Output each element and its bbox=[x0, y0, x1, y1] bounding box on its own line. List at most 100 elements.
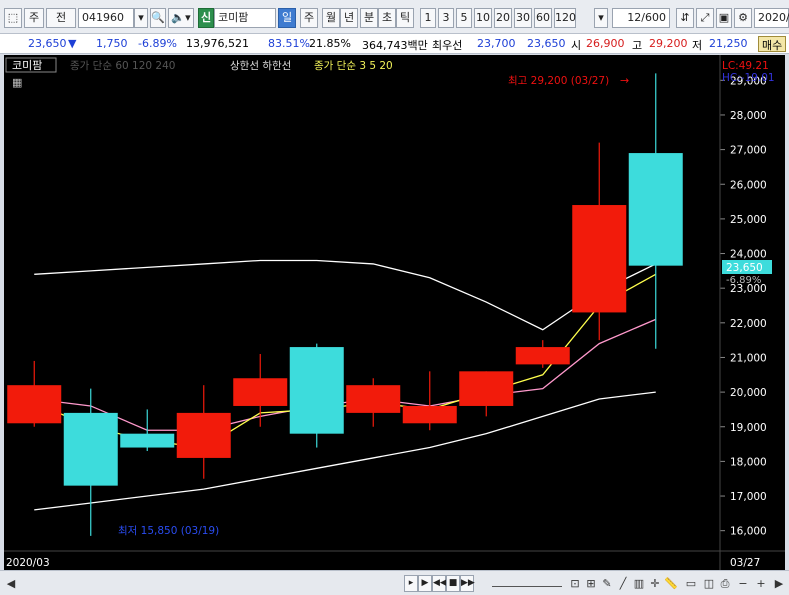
stop-icon[interactable]: ■ bbox=[446, 575, 460, 592]
scroll-right-icon[interactable]: ▶ bbox=[772, 575, 786, 592]
interval-button-10[interactable]: 10 bbox=[474, 8, 492, 28]
low-note: 최저 15,850 (03/19) bbox=[118, 525, 219, 537]
interval-button-120[interactable]: 120 bbox=[554, 8, 576, 28]
candle-body bbox=[176, 412, 231, 458]
bottom-bar: ◀ ▸ ▶ ◀◀ ■ ▶▶ ⊡ ⊞ ✎ ╱ ▥ ✛ 📏 ▭ ◫ ⎙ − + ▶ bbox=[0, 570, 789, 595]
x-start-label: 2020/03 bbox=[6, 557, 50, 569]
scroll-left-icon[interactable]: ◀ bbox=[4, 575, 18, 592]
crosshair-icon[interactable]: ✛ bbox=[648, 575, 662, 592]
candle-body bbox=[120, 433, 175, 448]
compare-icon[interactable]: ⤢ bbox=[696, 8, 714, 28]
forward-icon[interactable]: ▶▶ bbox=[460, 575, 475, 592]
code-dropdown-icon[interactable]: ▾ bbox=[134, 8, 148, 28]
y-tick-label: 26,000 bbox=[730, 179, 767, 191]
open-price: 26,900 bbox=[586, 37, 625, 50]
candle-body bbox=[628, 153, 683, 266]
candle-body bbox=[233, 378, 288, 406]
interval-button-1[interactable]: 1 bbox=[420, 8, 436, 28]
y-tick-label: 18,000 bbox=[730, 456, 767, 468]
interval-dropdown-icon[interactable]: ▾ bbox=[594, 8, 608, 28]
period-tab-1[interactable]: 주 bbox=[300, 8, 318, 28]
hc-indicator: HC:-19.01 bbox=[722, 72, 775, 84]
current-price-label: 23,650 bbox=[726, 262, 763, 274]
trade-amount: 364,743백만 bbox=[362, 39, 428, 52]
overlay-icon[interactable]: ⊞ bbox=[584, 575, 598, 592]
y-tick-label: 27,000 bbox=[730, 145, 767, 157]
ma5-line bbox=[34, 318, 657, 431]
period-tab-2[interactable]: 월 bbox=[322, 8, 340, 28]
quote-bar: 23,650 ▼ 1,750 -6.89% 13,976,521 83.51% … bbox=[0, 34, 789, 54]
high-arrow-icon: → bbox=[620, 74, 629, 87]
y-tick-label: 16,000 bbox=[730, 526, 767, 538]
line-tool-icon[interactable]: ╱ bbox=[616, 575, 630, 592]
interval-button-20[interactable]: 20 bbox=[494, 8, 512, 28]
date-field[interactable]: 2020/0 bbox=[754, 8, 789, 28]
turnover: 21.85% bbox=[309, 37, 351, 50]
volume: 13,976,521 bbox=[186, 37, 249, 50]
pin-icon[interactable]: ⇵ bbox=[676, 8, 694, 28]
y-tick-label: 21,000 bbox=[730, 352, 767, 364]
period-tab-4[interactable]: 분 bbox=[360, 8, 378, 28]
grid-icon[interactable]: ▦ bbox=[12, 76, 22, 89]
candle-body bbox=[402, 405, 457, 424]
code-input[interactable]: 041960 bbox=[78, 8, 134, 28]
ma20-line bbox=[34, 391, 656, 511]
ruler-icon[interactable]: 📏 bbox=[664, 575, 678, 592]
zoom-minus-icon[interactable]: − bbox=[736, 575, 750, 592]
interval-button-30[interactable]: 30 bbox=[514, 8, 532, 28]
zoom-plus-icon[interactable]: + bbox=[754, 575, 768, 592]
screenshot-icon[interactable]: ⎙ bbox=[718, 575, 732, 592]
window-icon[interactable]: ▭ bbox=[684, 575, 698, 592]
chart-canvas[interactable]: 16,000 17,000 18,000 19,000 20,000 21,000 22,0… bbox=[4, 55, 785, 570]
rewind-icon[interactable]: ◀◀ bbox=[432, 575, 447, 592]
volume-ratio: 83.51% bbox=[268, 37, 310, 50]
candle-body bbox=[459, 371, 514, 406]
current-pct-label: -6.89% bbox=[726, 275, 761, 286]
interval-button-3[interactable]: 3 bbox=[438, 8, 454, 28]
prev-button[interactable]: 전 bbox=[46, 8, 76, 28]
gear-icon[interactable]: ⚙ bbox=[734, 8, 752, 28]
count-field[interactable]: 12/600 bbox=[612, 8, 670, 28]
search-icon[interactable]: 🔍 bbox=[150, 8, 166, 28]
chart-tag: 코미팜 bbox=[12, 59, 42, 72]
stock-name-field[interactable]: 코미팜 bbox=[214, 8, 276, 28]
market-select[interactable]: 주 bbox=[24, 8, 44, 28]
lc-indicator: LC:49.21 bbox=[722, 60, 769, 72]
toolbar: ⬚ 주 전 041960 ▾ 🔍 🔈▾ 신 코미팜 ▾ 12/600 ⇵ ⤢ ▣… bbox=[0, 0, 789, 34]
chart-type-icon[interactable]: ▥ bbox=[632, 575, 646, 592]
period-tab-0[interactable]: 일 bbox=[278, 8, 296, 28]
legend-ma-gray: 종가 단순 60 120 240 bbox=[70, 60, 175, 72]
candle-body bbox=[7, 385, 62, 424]
pencil-icon[interactable]: ✎ bbox=[600, 575, 614, 592]
y-tick-label: 22,000 bbox=[730, 318, 767, 330]
best-ask-label: 최우선 bbox=[432, 39, 463, 52]
interval-button-5[interactable]: 5 bbox=[456, 8, 472, 28]
period-tab-5[interactable]: 초 bbox=[378, 8, 396, 28]
candle-body bbox=[515, 347, 570, 365]
chart-window-icon[interactable]: ⬚ bbox=[4, 8, 22, 28]
play-icon[interactable]: ▶ bbox=[418, 575, 432, 592]
y-tick-label: 20,000 bbox=[730, 387, 767, 399]
candle-body bbox=[63, 412, 118, 486]
price-chart[interactable]: 16,000 17,000 18,000 19,000 20,000 21,000 22,0… bbox=[4, 55, 785, 570]
period-tab-6[interactable]: 틱 bbox=[396, 8, 414, 28]
high-note: 최고 29,200 (03/27) bbox=[508, 75, 609, 87]
interval-button-60[interactable]: 60 bbox=[534, 8, 552, 28]
candle-body bbox=[346, 385, 401, 413]
split-icon[interactable]: ◫ bbox=[702, 575, 716, 592]
y-tick-label: 24,000 bbox=[730, 249, 767, 261]
low-label: 저 bbox=[692, 39, 703, 52]
scroll-right-button[interactable]: ▸ bbox=[404, 575, 418, 592]
y-tick-label: 25,000 bbox=[730, 214, 767, 226]
candle-body bbox=[572, 205, 627, 313]
legend-ma-yellow: 종가 단순 3 5 20 bbox=[314, 60, 393, 72]
down-arrow-icon: ▼ bbox=[68, 37, 77, 50]
best-bid: 23,650 bbox=[527, 37, 566, 50]
save-icon[interactable]: ▣ bbox=[716, 8, 732, 28]
order-button[interactable]: 매수 bbox=[758, 36, 787, 52]
best-ask: 23,700 bbox=[477, 37, 516, 50]
period-tab-3[interactable]: 년 bbox=[340, 8, 358, 28]
sound-icon[interactable]: 🔈▾ bbox=[168, 8, 194, 28]
zoom-slider[interactable] bbox=[492, 579, 562, 587]
layout-icon[interactable]: ⊡ bbox=[568, 575, 582, 592]
